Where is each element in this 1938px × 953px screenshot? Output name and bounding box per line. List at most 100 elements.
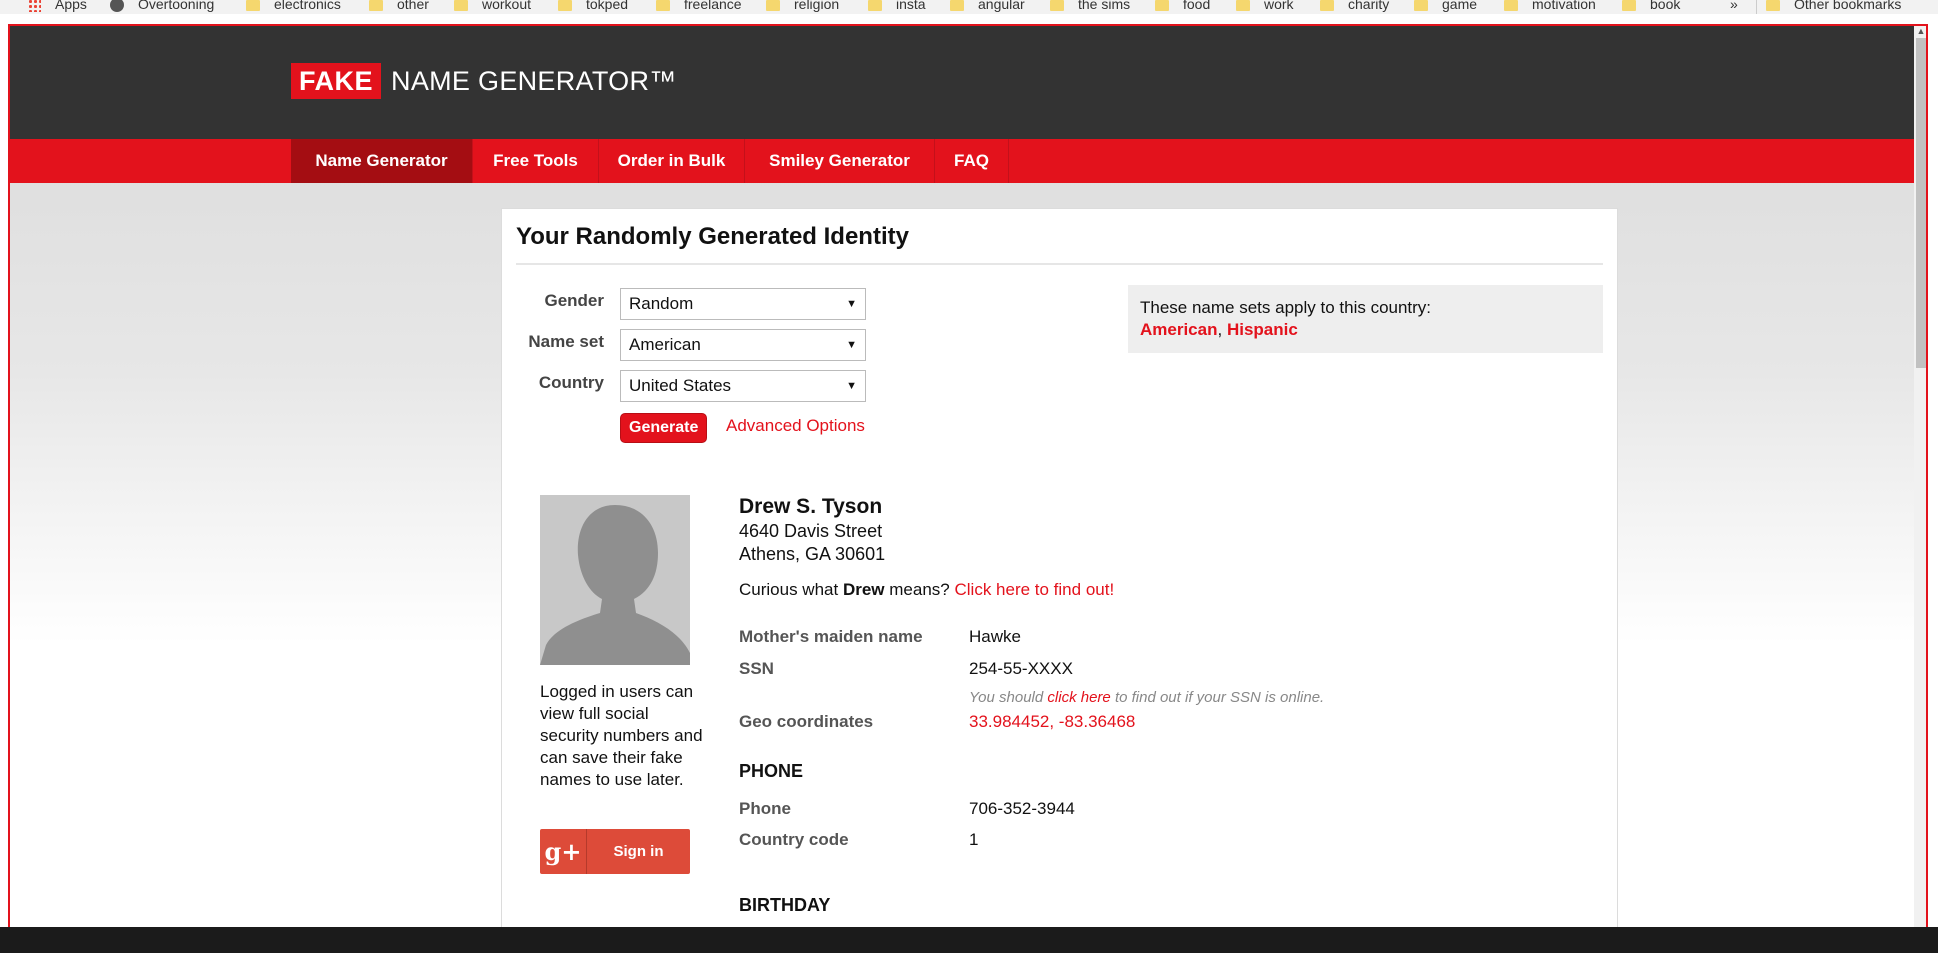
nameset-separator: , — [1217, 320, 1223, 339]
bookmark-folder[interactable]: insta — [868, 0, 926, 14]
bookmark-folder[interactable]: religion — [766, 0, 839, 14]
bookmark-label: tokped — [586, 0, 629, 12]
bookmark-label: work — [1264, 0, 1294, 12]
ssn-note-suffix: to find out if your SSN is online. — [1114, 689, 1325, 706]
site-logo[interactable]: FAKE NAME GENERATOR™ — [291, 63, 677, 99]
bookmark-label: religion — [794, 0, 840, 12]
folder-icon — [1622, 0, 1636, 11]
bookmarks-divider — [1756, 0, 1757, 14]
name-meaning-link[interactable]: Click here to find out! — [954, 580, 1114, 599]
phone-label: Phone — [739, 799, 791, 818]
logo-fake: FAKE — [291, 63, 382, 99]
country-select-value: United States — [629, 376, 732, 395]
advanced-options-link[interactable]: Advanced Options — [726, 416, 865, 436]
bookmark-label: electronics — [274, 0, 341, 12]
nav-name-generator[interactable]: Name Generator — [291, 139, 473, 183]
google-plus-sign-in-button[interactable]: g+ Sign in — [540, 829, 690, 874]
other-bookmarks[interactable]: Other bookmarks — [1766, 0, 1901, 14]
ssn-value: 254-55-XXXX — [969, 659, 1073, 678]
scroll-up-arrow-icon[interactable]: ▲ — [1914, 24, 1928, 38]
bookmark-label: game — [1442, 0, 1478, 12]
nav-smiley-generator[interactable]: Smiley Generator — [745, 139, 935, 183]
bookmark-folder[interactable]: book — [1622, 0, 1680, 14]
phone-value: 706-352-3944 — [969, 799, 1075, 818]
folder-icon — [656, 0, 670, 11]
bookmark-label: angular — [978, 0, 1025, 12]
geo-coordinates-label: Geo coordinates — [739, 712, 874, 731]
bookmark-folder[interactable]: motivation — [1504, 0, 1596, 14]
bookmark-folder[interactable]: charity — [1320, 0, 1389, 14]
scrollbar-thumb[interactable] — [1916, 38, 1926, 368]
country-code-value: 1 — [969, 830, 979, 849]
person-name: Drew S. Tyson — [739, 495, 883, 518]
name-meaning-prompt: Curious what Drew means? Click here to f… — [739, 580, 1114, 600]
logo-name-generator: NAME GENERATOR™ — [391, 65, 677, 96]
bookmark-folder[interactable]: tokped — [558, 0, 628, 14]
bookmarks-overflow-button[interactable]: » — [1730, 0, 1738, 14]
nav-free-tools[interactable]: Free Tools — [473, 139, 599, 183]
chevron-double-right-icon: » — [1730, 0, 1738, 12]
bookmark-overtooning[interactable]: Overtooning — [110, 0, 214, 14]
nameset-link-american[interactable]: American — [1140, 320, 1217, 339]
bookmark-folder[interactable]: food — [1155, 0, 1210, 14]
apps-icon — [28, 0, 41, 12]
address-line-2: Athens, GA 30601 — [739, 544, 886, 564]
person-silhouette-icon — [540, 495, 690, 665]
dropdown-caret-icon: ▼ — [846, 298, 857, 310]
gender-select-value: Random — [629, 294, 694, 313]
folder-icon — [1236, 0, 1250, 11]
avatar — [540, 495, 690, 665]
bookmark-folder[interactable]: the sims — [1050, 0, 1130, 14]
bookmark-folder[interactable]: work — [1236, 0, 1294, 14]
bookmark-label: Other bookmarks — [1794, 0, 1902, 12]
bookmark-label: motivation — [1532, 0, 1596, 12]
google-plus-icon: g+ — [540, 829, 587, 874]
bookmark-label: other — [397, 0, 429, 12]
ssn-label: SSN — [739, 659, 774, 678]
curious-name: Drew — [842, 580, 885, 599]
bookmark-folder[interactable]: electronics — [246, 0, 341, 14]
country-select[interactable]: United States ▼ — [620, 370, 866, 402]
geo-coordinates-link[interactable]: 33.984452, -83.36468 — [969, 712, 1135, 732]
bookmark-folder[interactable]: workout — [454, 0, 531, 14]
page-viewport: FAKE NAME GENERATOR™ Name Generator Free… — [8, 24, 1928, 947]
bookmark-label: Overtooning — [138, 0, 215, 12]
ssn-check-link[interactable]: click here — [1047, 689, 1110, 706]
mothers-maiden-name-value: Hawke — [969, 627, 1021, 646]
nav-faq[interactable]: FAQ — [935, 139, 1009, 183]
bookmark-folder[interactable]: freelance — [656, 0, 742, 14]
folder-icon — [868, 0, 882, 11]
bookmark-folder[interactable]: other — [369, 0, 429, 14]
bookmark-apps[interactable]: Apps — [28, 0, 87, 14]
nameset-link-hispanic[interactable]: Hispanic — [1227, 320, 1298, 339]
login-info-text: Logged in users can view full social sec… — [540, 682, 703, 789]
bookmark-label: insta — [896, 0, 926, 12]
birthday-section-heading: BIRTHDAY — [739, 895, 831, 915]
bookmark-folder[interactable]: angular — [950, 0, 1025, 14]
mothers-maiden-name-label: Mother's maiden name — [739, 627, 923, 646]
gender-select[interactable]: Random ▼ — [620, 288, 866, 320]
folder-icon — [950, 0, 964, 11]
nameset-select-value: American — [629, 335, 701, 354]
folder-icon — [246, 0, 260, 11]
folder-icon — [1155, 0, 1169, 11]
globe-icon — [110, 0, 124, 13]
folder-icon — [1050, 0, 1064, 11]
folder-icon — [766, 0, 780, 11]
country-code-label: Country code — [739, 830, 849, 849]
country-label: Country — [538, 373, 604, 392]
bookmark-label: book — [1650, 0, 1681, 12]
bookmark-folder[interactable]: game — [1414, 0, 1477, 14]
bookmark-label: charity — [1348, 0, 1390, 12]
page-scrollbar[interactable]: ▲ ▼ — [1914, 24, 1928, 947]
bookmark-label: workout — [482, 0, 532, 12]
folder-icon — [1766, 0, 1780, 11]
ssn-note-prefix: You should — [969, 689, 1044, 706]
generate-button[interactable]: Generate — [620, 413, 708, 443]
site-header: FAKE NAME GENERATOR™ — [8, 24, 1914, 139]
identity-card: Your Randomly Generated Identity Gender … — [501, 208, 1618, 947]
nav-order-in-bulk[interactable]: Order in Bulk — [599, 139, 745, 183]
nameset-select[interactable]: American ▼ — [620, 329, 866, 361]
gender-label: Gender — [544, 291, 604, 310]
os-taskbar — [0, 927, 1938, 953]
